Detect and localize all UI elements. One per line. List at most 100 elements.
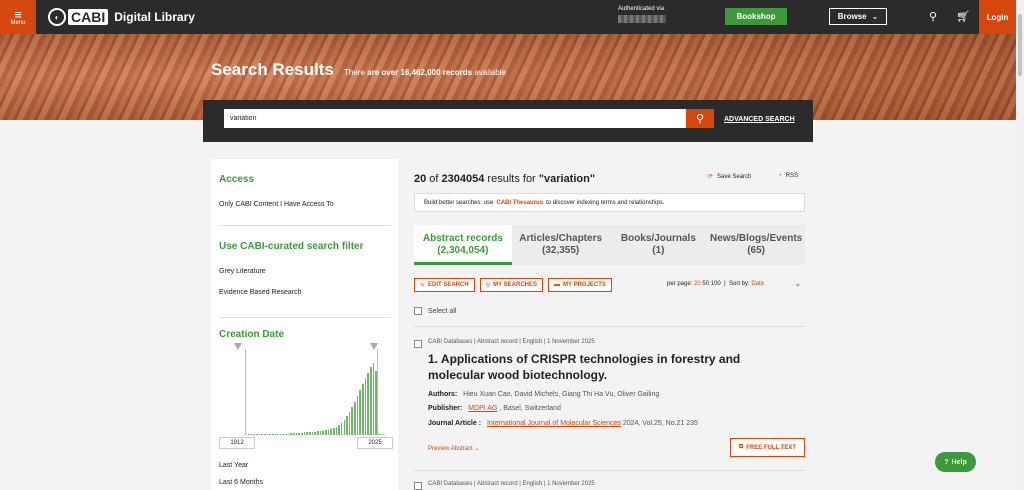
tab-count: (2,304,054) <box>437 245 489 256</box>
results-for: results for <box>484 173 539 185</box>
per-page-50[interactable]: 50 <box>702 281 709 287</box>
sort-select[interactable]: Date <box>751 281 764 287</box>
folder-icon: ▬ <box>554 282 561 288</box>
search-icon[interactable]: ⚲ <box>929 10 937 23</box>
per-page-20[interactable]: 20 <box>694 281 701 287</box>
result-checkbox[interactable] <box>414 340 422 348</box>
pencil-icon: ✎ <box>420 282 426 289</box>
auth-institution-redacted <box>618 15 666 23</box>
select-all-checkbox[interactable] <box>414 307 422 315</box>
tip-pre: Build better searches: use <box>424 199 494 206</box>
search-bar: ⚲ ADVANCED SEARCH <box>203 100 813 142</box>
my-searches-button[interactable]: ⚲ MY SEARCHES <box>479 278 544 292</box>
save-search-button[interactable]: ⟳ Save Search <box>708 173 751 181</box>
result-journal: Journal Article : International Journal o… <box>428 420 698 427</box>
search-icon: ⚲ <box>485 282 491 289</box>
logo[interactable]: ◐ CABI Digital Library <box>48 8 195 26</box>
divider <box>219 225 391 226</box>
menu-button[interactable]: ≡ Menu <box>0 0 36 34</box>
login-button[interactable]: Login <box>979 0 1016 34</box>
access-heading: Access <box>219 174 255 185</box>
tab-label: Books/Journals <box>620 233 696 244</box>
search-input[interactable] <box>224 109 686 128</box>
bookshop-button[interactable]: Bookshop <box>725 8 787 25</box>
browse-button[interactable]: Browse ⌄ <box>829 8 887 25</box>
histogram-axis <box>245 349 246 435</box>
auth-status: Authenticated via <box>618 6 666 23</box>
menu-label: Menu <box>10 19 26 26</box>
tab-label: News/Blogs/Events <box>709 233 803 244</box>
preview-label: Preview Abstract <box>428 446 473 452</box>
edit-search-label: EDIT SEARCH <box>428 282 469 288</box>
date-option-last-6-months[interactable]: Last 6 Months <box>219 479 263 486</box>
journal-link[interactable]: International Journal of Molecular Scien… <box>487 420 621 427</box>
page-scrollbar[interactable] <box>1016 0 1024 490</box>
rss-label: RSS <box>785 173 798 179</box>
tab-count: (1) <box>652 245 665 256</box>
divider <box>414 470 805 471</box>
free-full-text-button[interactable]: ⧉ FREE FULL TEXT <box>730 438 805 457</box>
cart-icon[interactable]: 🛒︎ <box>956 10 970 23</box>
page-title: Search Results <box>211 60 334 79</box>
results-count: 20 of 2304054 results for "variation" <box>414 173 595 185</box>
publisher-link[interactable]: MDPI AG <box>468 405 497 412</box>
search-submit-button[interactable]: ⚲ <box>686 109 714 128</box>
browse-label: Browse <box>837 12 867 21</box>
result-meta: CABI Databases | Abstract record | Engli… <box>428 481 595 487</box>
results-shown: 20 <box>414 173 427 185</box>
journal-label: Journal Article : <box>428 420 482 427</box>
menu-icon: ≡ <box>14 6 22 22</box>
tab-articles-chapters[interactable]: Articles/Chapters (32,355) <box>512 225 610 265</box>
authors-label: Authors: <box>428 391 458 398</box>
tip-post: to discover indexing terms and relations… <box>546 199 665 206</box>
authors-value: Hieu Xuan Cao, David Michels, Giang Thi … <box>463 391 660 398</box>
divider <box>219 317 391 318</box>
range-handle-start[interactable] <box>234 343 242 350</box>
result-actions: ✎ EDIT SEARCH ⚲ MY SEARCHES ▬ MY PROJECTS <box>414 278 612 292</box>
filter-sidebar: Access Only CABI Content I Have Access T… <box>211 159 398 490</box>
year-to-input[interactable]: 2025 <box>357 437 393 449</box>
edit-search-button[interactable]: ✎ EDIT SEARCH <box>414 278 475 292</box>
result-title[interactable]: 1. Applications of CRISPR technologies i… <box>428 351 788 383</box>
advanced-search-link[interactable]: ADVANCED SEARCH <box>724 116 795 123</box>
logo-subtitle: Digital Library <box>114 10 195 24</box>
filter-evidence-based[interactable]: Evidence Based Research <box>219 289 302 296</box>
filter-grey-literature[interactable]: Grey Literature <box>219 268 266 275</box>
tab-news-blogs-events[interactable]: News/Blogs/Events (65) <box>707 225 805 265</box>
result-meta: CABI Databases | Abstract record | Engli… <box>428 339 595 345</box>
cabi-thesaurus-link[interactable]: CABI Thesaurus <box>496 200 543 206</box>
chevron-down-icon: ⌄ <box>474 446 480 452</box>
records-bold: are over 16,462,000 records <box>367 68 473 77</box>
save-search-icon: ⟳ <box>708 174 714 180</box>
creation-date-heading: Creation Date <box>219 329 285 340</box>
scrollbar-thumb[interactable] <box>1018 14 1022 76</box>
publisher-place: , Basel, Switzerland <box>497 405 561 412</box>
auth-text: Authenticated via <box>618 6 665 12</box>
my-projects-label: MY PROJECTS <box>563 282 606 288</box>
results-total: 2304054 <box>441 173 485 185</box>
help-label: Help <box>951 458 967 466</box>
select-all[interactable]: Select all <box>414 307 456 315</box>
help-button[interactable]: ? Help <box>935 452 976 472</box>
preview-abstract-toggle[interactable]: Preview Abstract ⌄ <box>428 445 479 452</box>
year-from-input[interactable]: 1912 <box>219 437 255 449</box>
filter-heading: Use CABI-curated search filter <box>219 241 364 252</box>
tab-abstract-records[interactable]: Abstract records (2,304,054) <box>414 225 512 265</box>
range-handle-end[interactable] <box>370 343 378 350</box>
access-filter-item[interactable]: Only CABI Content I Have Access To <box>219 201 334 208</box>
chevron-down-icon[interactable]: ⌄ <box>794 278 802 289</box>
free-full-text-label: FREE FULL TEXT <box>746 444 797 451</box>
my-projects-button[interactable]: ▬ MY PROJECTS <box>548 278 612 292</box>
rss-button[interactable]: ◔ RSS <box>778 173 798 179</box>
per-page-100[interactable]: 100 <box>711 281 721 287</box>
search-icon: ⚲ <box>695 113 705 125</box>
tab-books-journals[interactable]: Books/Journals (1) <box>610 225 708 265</box>
result-type-tabs: Abstract records (2,304,054) Articles/Cha… <box>414 225 805 265</box>
records-post: available <box>472 68 506 77</box>
records-pre: There <box>344 68 368 77</box>
date-option-last-year[interactable]: Last Year <box>219 462 248 469</box>
results-query: "variation" <box>538 173 596 185</box>
per-page-label: per page: <box>667 281 693 287</box>
result-checkbox[interactable] <box>414 482 422 490</box>
tab-count: (65) <box>747 245 766 256</box>
